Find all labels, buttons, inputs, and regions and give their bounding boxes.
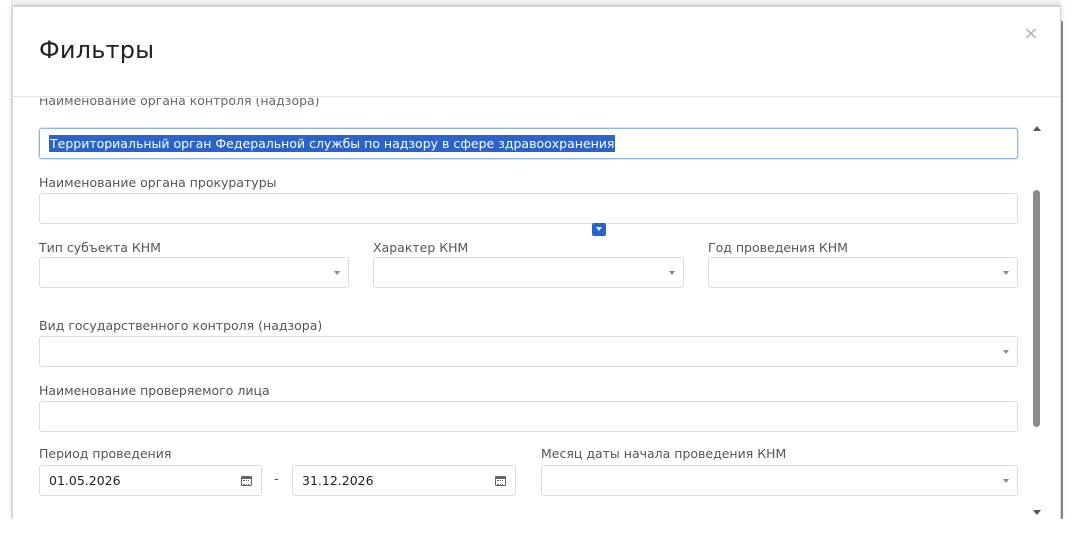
control-body-label: Наименование органа контроля (надзора) (39, 98, 320, 108)
period-from-value: 01.05.2026 (49, 473, 121, 488)
period-to-input[interactable]: 31.12.2026 (292, 465, 516, 496)
period-to-value: 31.12.2026 (302, 473, 374, 488)
period-separator: - (274, 472, 279, 487)
control-type-select[interactable] (39, 336, 1018, 367)
period-label: Период проведения (39, 446, 172, 461)
modal-scrollbar-thumb[interactable] (1033, 190, 1040, 427)
knm-year-label: Год проведения КНМ (708, 240, 848, 255)
filters-modal: Фильтры × Наименование органа контроля (… (12, 6, 1061, 520)
start-month-select[interactable] (541, 465, 1018, 496)
modal-body: Наименование органа контроля (надзора) Т… (13, 98, 1033, 520)
page-scrollbar[interactable] (1061, 0, 1076, 535)
prosecutor-input[interactable] (39, 193, 1018, 224)
scroll-down-icon[interactable] (1033, 510, 1041, 515)
modal-title: Фильтры (39, 36, 155, 64)
modal-scrollbar[interactable] (1031, 120, 1044, 520)
period-from-input[interactable]: 01.05.2026 (39, 465, 262, 496)
inspected-entity-label: Наименование проверяемого лица (39, 383, 270, 398)
scroll-up-icon[interactable] (1033, 126, 1041, 131)
knm-year-select[interactable] (708, 257, 1018, 288)
chevron-down-icon (334, 271, 340, 275)
chevron-down-icon (669, 271, 675, 275)
modal-header: Фильтры × (13, 7, 1060, 97)
prosecutor-label: Наименование органа прокуратуры (39, 175, 277, 190)
start-month-label: Месяц даты начала проведения КНМ (541, 446, 787, 461)
page-backdrop-bottom (0, 519, 1076, 535)
chevron-down-icon (1003, 271, 1009, 275)
knm-character-select[interactable] (373, 257, 684, 288)
subject-type-label: Тип субъекта КНМ (39, 240, 161, 255)
chevron-down-icon[interactable] (592, 223, 606, 236)
calendar-icon[interactable] (485, 466, 515, 495)
knm-character-label: Характер КНМ (373, 240, 469, 255)
page-backdrop-left (0, 0, 12, 535)
calendar-icon[interactable] (231, 466, 261, 495)
control-body-input[interactable]: Территориальный орган Федеральной службы… (39, 128, 1018, 159)
control-body-value: Территориальный орган Федеральной службы… (49, 135, 616, 152)
chevron-down-icon (1003, 350, 1009, 354)
chevron-down-icon (1003, 479, 1009, 483)
control-type-label: Вид государственного контроля (надзора) (39, 318, 323, 333)
inspected-entity-input[interactable] (39, 401, 1018, 432)
subject-type-select[interactable] (39, 257, 349, 288)
close-icon[interactable]: × (1021, 23, 1041, 45)
